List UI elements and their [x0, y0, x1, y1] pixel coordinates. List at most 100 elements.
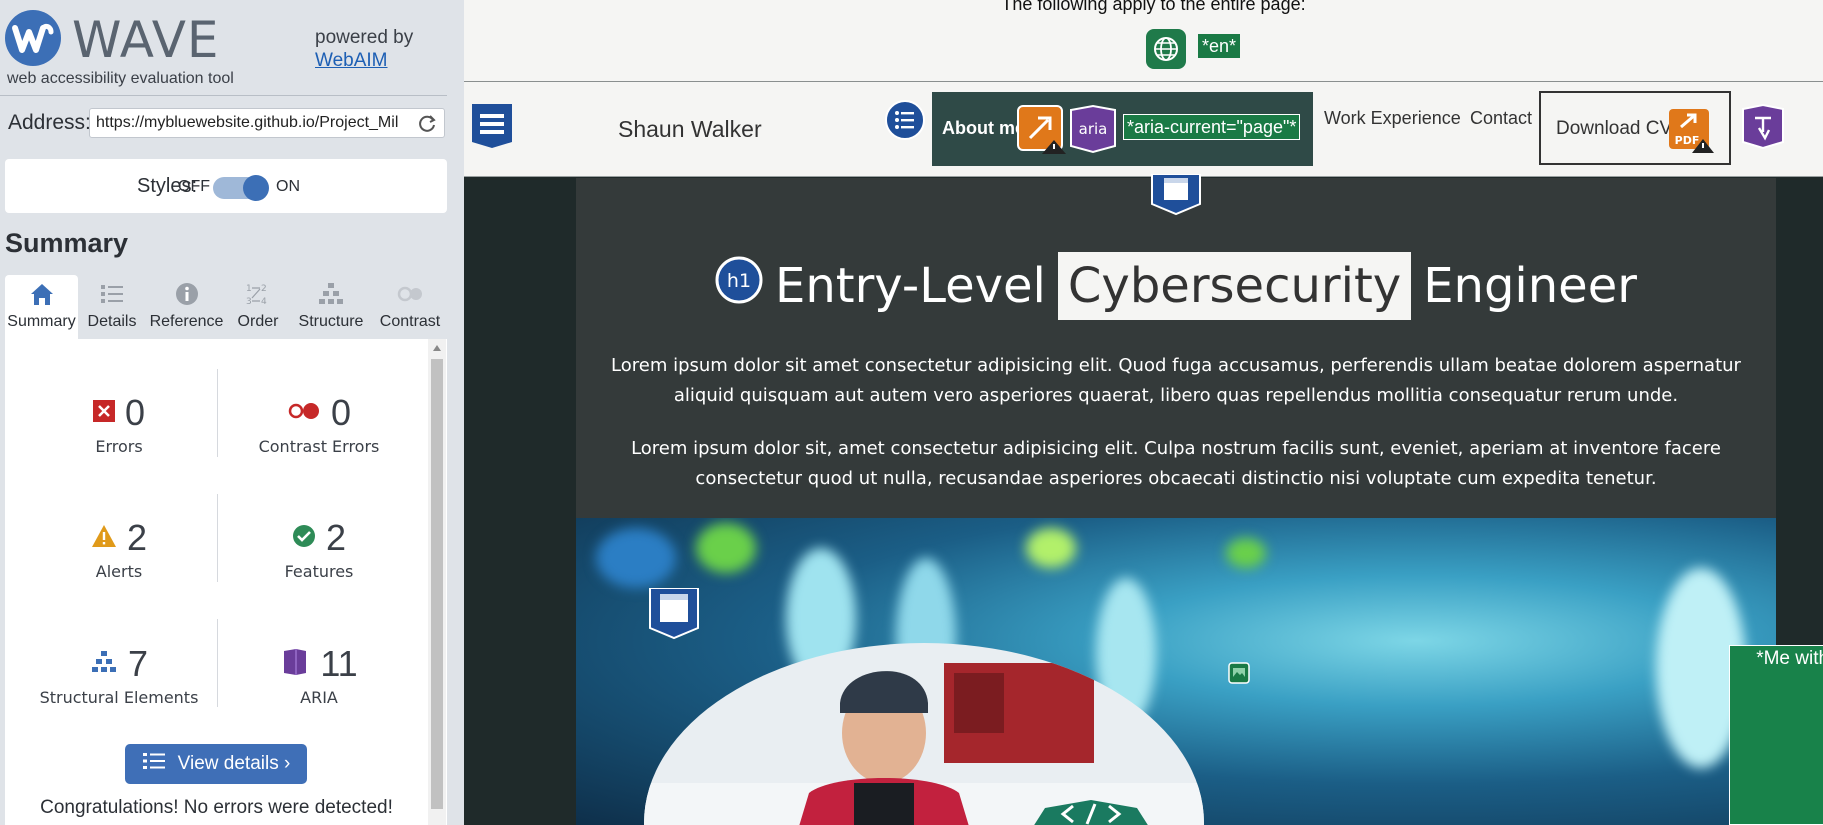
view-details-button[interactable]: View details › — [125, 744, 307, 784]
aria-icon — [280, 647, 310, 681]
tab-contrast[interactable]: Contrast — [373, 275, 447, 339]
error-icon — [92, 400, 115, 426]
address-input[interactable]: https://mybluewebsite.github.io/Project_… — [89, 108, 445, 138]
tab-label: Summary — [7, 313, 76, 330]
site-header: Shaun Walker About me aria *aria-current… — [464, 82, 1823, 177]
tab-details[interactable]: Details — [78, 275, 146, 339]
view-details-label: View details › — [177, 753, 291, 774]
divider — [0, 95, 447, 96]
aria-icon-label: aria — [1079, 120, 1108, 138]
divider — [217, 619, 218, 707]
globe-icon[interactable] — [1146, 29, 1186, 69]
site-name[interactable]: Shaun Walker — [618, 116, 762, 143]
wave-brand: WAVE web accessibility evaluation tool p… — [0, 0, 464, 96]
tab-structure[interactable]: Structure — [289, 275, 373, 339]
wave-title: WAVE — [72, 11, 220, 69]
webaim-link[interactable]: WebAIM — [315, 50, 388, 72]
h1-icon[interactable]: h1 — [715, 256, 763, 316]
features-count: 2 — [325, 517, 347, 558]
summary-heading: Summary — [5, 228, 129, 258]
tab-reference[interactable]: Reference — [146, 275, 227, 339]
errors-count: 0 — [124, 392, 146, 433]
errors-stat: 0 Errors — [19, 391, 219, 456]
contact-link[interactable]: Contact — [1470, 108, 1532, 129]
aria-icon[interactable]: aria — [1068, 104, 1118, 158]
panel-scrollbar[interactable] — [428, 339, 446, 825]
contrast-error-icon — [287, 402, 321, 424]
svg-text:3: 3 — [246, 297, 252, 307]
alerts-label: Alerts — [95, 562, 143, 581]
code-structure-icon[interactable] — [1031, 800, 1151, 825]
redundant-link-alert-icon[interactable] — [1016, 104, 1068, 160]
alerts-count: 2 — [126, 517, 148, 558]
tab-order[interactable]: 1234 Order — [227, 275, 289, 339]
pdf-label: PDF — [1675, 134, 1700, 147]
reload-icon[interactable] — [418, 114, 438, 134]
scroll-thumb[interactable] — [431, 359, 443, 809]
article-structure-icon[interactable] — [648, 587, 700, 644]
download-cv-link[interactable]: Download CV PDF — [1539, 91, 1731, 165]
contrast-icon — [396, 281, 424, 307]
header-structure-icon[interactable] — [470, 102, 514, 154]
alerts-stat: 2 Alerts — [19, 516, 219, 581]
page-preview: The following apply to the entire page: … — [464, 0, 1823, 825]
tabindex-aria-icon[interactable] — [1741, 103, 1785, 154]
about-me-link[interactable]: About me — [942, 118, 1025, 139]
profile-photo — [644, 643, 1204, 825]
structural-stat: 7 Structural Elements — [19, 642, 219, 707]
address-label: Address: — [8, 111, 91, 134]
title-part-1: Entry-Level — [775, 258, 1046, 314]
divider — [217, 494, 218, 582]
aria-label: ARIA — [300, 688, 338, 707]
work-experience-link[interactable]: Work Experience — [1324, 108, 1461, 129]
page-level-features: The following apply to the entire page: … — [464, 0, 1823, 82]
home-icon — [28, 281, 56, 307]
structural-count: 7 — [127, 643, 149, 684]
errors-label: Errors — [95, 437, 143, 456]
bokeh-light — [1026, 528, 1076, 568]
applies-text: The following apply to the entire page: — [1001, 0, 1306, 14]
contrast-errors-count: 0 — [330, 392, 352, 433]
aria-current-badge: *aria-current="page"* — [1123, 114, 1301, 140]
wave-tagline: web accessibility evaluation tool — [7, 70, 234, 87]
h1-label: h1 — [727, 270, 751, 292]
structural-label: Structural Elements — [39, 688, 199, 707]
info-icon — [173, 281, 201, 307]
svg-text:4: 4 — [261, 297, 267, 307]
tab-label: Order — [237, 313, 279, 330]
wave-logo-icon — [5, 10, 61, 66]
tab-summary[interactable]: Summary — [5, 275, 78, 339]
svg-text:1: 1 — [246, 284, 252, 294]
about-me-nav-item[interactable]: About me aria *aria-current="page"* — [932, 92, 1313, 166]
title-highlight: Cybersecurity — [1057, 252, 1412, 320]
powered-by: powered by — [315, 27, 414, 48]
styles-off-label: OFF — [178, 178, 210, 195]
alt-text-feature-icon[interactable] — [1228, 662, 1250, 688]
styles-on-label: ON — [276, 178, 300, 195]
tab-label: Reference — [149, 313, 224, 330]
page-heading: h1 Entry-Level Cybersecurity Engineer — [576, 252, 1776, 320]
download-cv-label: Download CV — [1556, 118, 1673, 139]
address-row: Address: https://mybluewebsite.github.io… — [0, 108, 464, 140]
list-structure-icon[interactable] — [885, 100, 925, 144]
title-part-3: Engineer — [1423, 258, 1637, 314]
main-structure-icon[interactable] — [1150, 173, 1202, 220]
alert-icon — [91, 524, 117, 552]
list-icon — [98, 281, 126, 307]
order-icon: 1234 — [244, 281, 272, 307]
contrast-errors-label: Contrast Errors — [258, 437, 380, 456]
bokeh-light — [1226, 538, 1266, 568]
styles-toggle[interactable] — [213, 175, 269, 201]
pdf-alert-icon[interactable]: PDF — [1667, 107, 1715, 159]
divider — [217, 369, 218, 457]
features-stat: 2 Features — [219, 516, 419, 581]
bokeh-light — [696, 523, 756, 573]
aria-stat: 11 ARIA — [219, 642, 419, 707]
styles-toggle-card: Styles: OFF ON — [5, 159, 447, 213]
alt-text: *Me with several dogs in the snow* — [1756, 648, 1823, 669]
intro-paragraph-2: Lorem ipsum dolor sit, amet consectetur … — [631, 438, 1721, 489]
wave-tabs: Summary Details Reference 1234 Order Str… — [5, 275, 447, 339]
scroll-up-arrow[interactable] — [433, 345, 441, 351]
toggle-knob — [243, 175, 269, 201]
tab-label: Contrast — [379, 313, 441, 330]
